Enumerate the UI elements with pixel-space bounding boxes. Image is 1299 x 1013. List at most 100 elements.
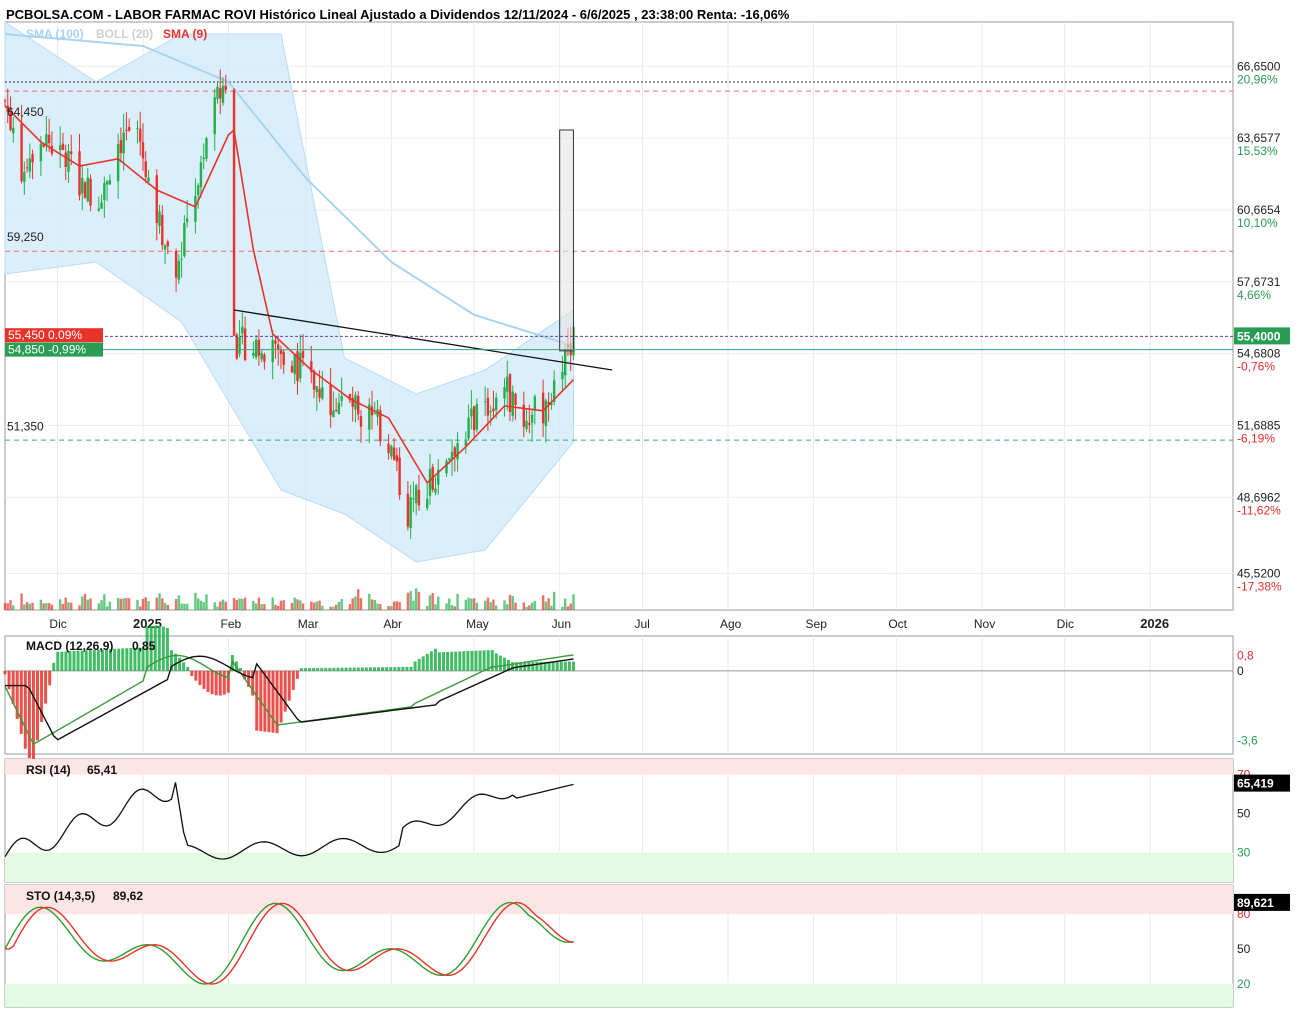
volume-bar-58 xyxy=(224,601,227,610)
candle-body-126 xyxy=(489,411,492,413)
candle-body-45 xyxy=(177,260,181,280)
volume-bar-19 xyxy=(78,605,81,610)
macd-hist-bar-18 xyxy=(76,650,80,671)
candle-body-114 xyxy=(445,460,448,474)
macd-hist-bar-38 xyxy=(157,625,161,671)
price-marker-text-0: 55,450 0.09% xyxy=(8,328,82,342)
volume-bar-0 xyxy=(3,603,7,610)
volume-bar-100 xyxy=(390,606,393,610)
volume-bar-46 xyxy=(180,603,183,610)
sto-oversold-zone xyxy=(5,983,1233,1007)
volume-bar-45 xyxy=(177,595,181,610)
macd-hist-bar-97 xyxy=(397,666,401,671)
volume-bar-110 xyxy=(428,595,432,610)
volume-bar-115 xyxy=(448,598,451,610)
y-axis-pct-5: -6,19% xyxy=(1237,431,1275,445)
candle-body-28 xyxy=(108,180,112,185)
volume-bar-27 xyxy=(105,606,109,610)
volume-bar-59 xyxy=(232,598,236,610)
volume-bar-96 xyxy=(373,599,376,610)
volume-bar-133 xyxy=(514,602,517,610)
volume-bar-120 xyxy=(467,597,470,610)
volume-bar-95 xyxy=(370,599,374,610)
candle-body-61 xyxy=(238,336,241,355)
macd-hist-bar-62 xyxy=(255,670,259,731)
volume-bar-141 xyxy=(547,598,550,610)
macd-hist-bar-108 xyxy=(442,652,446,671)
candle-body-144 xyxy=(561,371,564,380)
macd-hist-bar-112 xyxy=(458,651,462,671)
volume-bar-57 xyxy=(221,599,225,610)
candle-body-82 xyxy=(318,388,321,398)
candle-body-27 xyxy=(105,181,109,185)
macd-hist-bar-91 xyxy=(373,667,377,671)
rsi-y-label-1: 50 xyxy=(1237,807,1251,821)
x-tick-label: Abr xyxy=(383,617,402,631)
macd-hist-bar-87 xyxy=(356,667,360,671)
macd-hist-bar-100 xyxy=(409,666,413,671)
volume-bar-106 xyxy=(412,600,415,610)
volume-bar-121 xyxy=(470,598,473,610)
candle-body-66 xyxy=(257,339,261,356)
candle-body-80 xyxy=(312,370,316,390)
candle-body-31 xyxy=(122,132,125,154)
volume-bar-144 xyxy=(561,606,564,610)
volume-bar-143 xyxy=(552,591,556,610)
volume-bar-52 xyxy=(202,602,205,610)
legend-sma100: SMA (100) xyxy=(26,27,84,41)
candle-body-106 xyxy=(412,498,415,500)
volume-bar-43 xyxy=(166,604,170,610)
candle-body-137 xyxy=(530,414,534,423)
volume-bar-75 xyxy=(293,597,296,610)
macd-hist-bar-14 xyxy=(60,651,64,671)
candle-body-55 xyxy=(216,86,219,99)
x-tick-label: Feb xyxy=(221,617,242,631)
sto-value: 89,62 xyxy=(113,889,143,903)
volume-bar-29 xyxy=(116,598,120,610)
macd-hist-bar-39 xyxy=(161,626,165,671)
volume-bar-92 xyxy=(357,589,360,610)
x-tick-label: Sep xyxy=(806,617,828,631)
candle-body-6 xyxy=(25,167,29,169)
macd-hist-bar-115 xyxy=(470,650,474,671)
macd-hist-bar-19 xyxy=(80,650,84,671)
macd-hist-bar-54 xyxy=(222,670,226,695)
volume-bar-28 xyxy=(108,601,112,610)
macd-hist-bar-84 xyxy=(344,667,348,671)
candle-body-11 xyxy=(45,134,48,146)
macd-hist-bar-106 xyxy=(433,648,437,671)
x-tick-label: Mar xyxy=(298,617,319,631)
candle-body-60 xyxy=(235,334,239,359)
macd-hist-bar-66 xyxy=(271,670,275,733)
volume-bar-2 xyxy=(9,600,12,610)
candle-body-118 xyxy=(456,443,459,460)
candle-body-74 xyxy=(290,365,294,373)
volume-bar-51 xyxy=(199,600,203,610)
volume-bar-112 xyxy=(434,604,437,610)
candle-body-71 xyxy=(276,344,280,349)
candle-body-43 xyxy=(166,241,170,247)
rsi-y-label-2: 30 xyxy=(1237,846,1251,860)
volume-bar-40 xyxy=(158,593,161,610)
volume-bar-140 xyxy=(544,601,548,610)
volume-bar-82 xyxy=(318,600,321,610)
chart-title: PCBOLSA.COM - LABOR FARMAC ROVI Históric… xyxy=(6,7,790,22)
candle-body-68 xyxy=(263,354,266,362)
volume-bar-135 xyxy=(525,606,528,610)
candle-body-44 xyxy=(174,250,178,278)
candle-body-26 xyxy=(103,183,106,201)
candle-body-4 xyxy=(20,123,23,182)
volume-bar-38 xyxy=(147,601,150,610)
macd-hist-bar-52 xyxy=(214,670,218,696)
candle-body-101 xyxy=(392,447,396,460)
candle-body-41 xyxy=(161,214,164,246)
volume-bar-7 xyxy=(28,603,32,610)
y-axis-value-0: 66,6500 xyxy=(1237,59,1281,73)
macd-hist-bar-21 xyxy=(88,650,92,671)
macd-hist-bar-113 xyxy=(462,651,466,671)
volume-bar-109 xyxy=(426,605,429,610)
macd-hist-bar-96 xyxy=(393,667,397,671)
macd-hist-bar-30 xyxy=(125,648,129,671)
x-tick-label: Dic xyxy=(49,617,66,631)
y-axis-value-6: 48,6962 xyxy=(1237,490,1281,504)
